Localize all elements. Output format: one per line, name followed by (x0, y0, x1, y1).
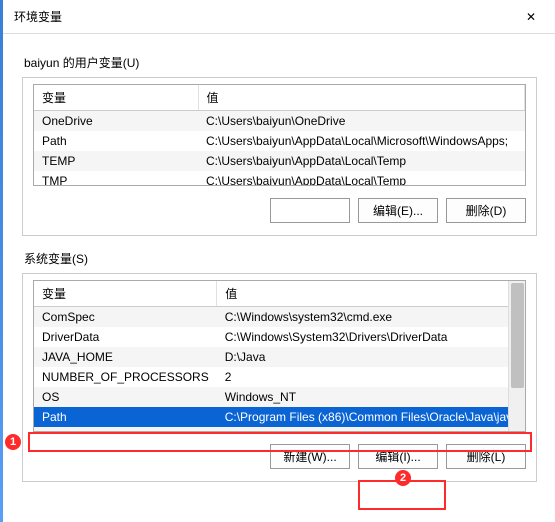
user-vars-table-container: 变量 值 OneDriveC:\Users\baiyun\OneDrivePat… (33, 84, 526, 186)
user-edit-button[interactable]: 编辑(E)... (358, 198, 438, 223)
cell-variable: OS (34, 387, 217, 407)
cell-variable: PATHEXT (34, 427, 217, 431)
system-delete-button[interactable]: 删除(L) (446, 444, 526, 469)
system-vars-scrollbar[interactable] (508, 281, 525, 431)
system-vars-panel: 变量 值 ComSpecC:\Windows\system32\cmd.exeD… (22, 273, 537, 482)
cell-value: Windows_NT (217, 387, 525, 407)
cell-value: C:\Program Files (x86)\Common Files\Orac… (217, 407, 525, 427)
cell-value: C:\Windows\System32\Drivers\DriverData (217, 327, 525, 347)
system-vars-label: 系统变量(S) (24, 250, 537, 267)
user-col-value[interactable]: 值 (198, 85, 525, 111)
table-row[interactable]: PATHEXT.COM;.EXE;.BAT;.CMD;.VBS;.VBE;.JS… (34, 427, 525, 431)
cell-variable: OneDrive (34, 111, 198, 132)
system-edit-button[interactable]: 编辑(I)... (358, 444, 438, 469)
table-row[interactable]: JAVA_HOMED:\Java (34, 347, 525, 367)
cell-value: C:\Users\baiyun\OneDrive (198, 111, 525, 132)
user-vars-panel: 变量 值 OneDriveC:\Users\baiyun\OneDrivePat… (22, 77, 537, 236)
cell-variable: DriverData (34, 327, 217, 347)
cell-value: C:\Users\baiyun\AppData\Local\Temp (198, 171, 525, 186)
titlebar: 环境变量 ✕ (0, 0, 555, 34)
cell-value: C:\Users\baiyun\AppData\Local\Microsoft\… (198, 131, 525, 151)
scrollbar-thumb[interactable] (511, 283, 524, 388)
user-vars-table[interactable]: 变量 值 OneDriveC:\Users\baiyun\OneDrivePat… (34, 85, 525, 186)
sys-col-variable[interactable]: 变量 (34, 281, 217, 307)
sys-col-value[interactable]: 值 (217, 281, 525, 307)
cell-variable: TEMP (34, 151, 198, 171)
cell-variable: JAVA_HOME (34, 347, 217, 367)
table-row[interactable]: TEMPC:\Users\baiyun\AppData\Local\Temp (34, 151, 525, 171)
table-row[interactable]: PathC:\Users\baiyun\AppData\Local\Micros… (34, 131, 525, 151)
table-row[interactable]: ComSpecC:\Windows\system32\cmd.exe (34, 307, 525, 328)
close-icon[interactable]: ✕ (517, 7, 545, 27)
user-new-input[interactable] (270, 198, 350, 223)
system-new-button[interactable]: 新建(W)... (270, 444, 350, 469)
system-vars-table-container: 变量 值 ComSpecC:\Windows\system32\cmd.exeD… (33, 280, 526, 432)
cell-variable: Path (34, 131, 198, 151)
cell-value: C:\Users\baiyun\AppData\Local\Temp (198, 151, 525, 171)
table-row[interactable]: OSWindows_NT (34, 387, 525, 407)
system-vars-table[interactable]: 变量 值 ComSpecC:\Windows\system32\cmd.exeD… (34, 281, 525, 431)
table-row[interactable]: NUMBER_OF_PROCESSORS2 (34, 367, 525, 387)
cell-variable: TMP (34, 171, 198, 186)
user-vars-label: baiyun 的用户变量(U) (24, 54, 537, 71)
cell-variable: ComSpec (34, 307, 217, 328)
cell-value: 2 (217, 367, 525, 387)
table-row[interactable]: PathC:\Program Files (x86)\Common Files\… (34, 407, 525, 427)
table-row[interactable]: OneDriveC:\Users\baiyun\OneDrive (34, 111, 525, 132)
table-row[interactable]: TMPC:\Users\baiyun\AppData\Local\Temp (34, 171, 525, 186)
table-row[interactable]: DriverDataC:\Windows\System32\Drivers\Dr… (34, 327, 525, 347)
cell-value: C:\Windows\system32\cmd.exe (217, 307, 525, 328)
cell-variable: Path (34, 407, 217, 427)
cell-value: .COM;.EXE;.BAT;.CMD;.VBS;.VBE;.JS;.JSE;.… (217, 427, 525, 431)
user-col-variable[interactable]: 变量 (34, 85, 198, 111)
window-left-accent (0, 0, 3, 522)
cell-variable: NUMBER_OF_PROCESSORS (34, 367, 217, 387)
user-delete-button[interactable]: 删除(D) (446, 198, 526, 223)
window-title: 环境变量 (14, 8, 517, 25)
cell-value: D:\Java (217, 347, 525, 367)
